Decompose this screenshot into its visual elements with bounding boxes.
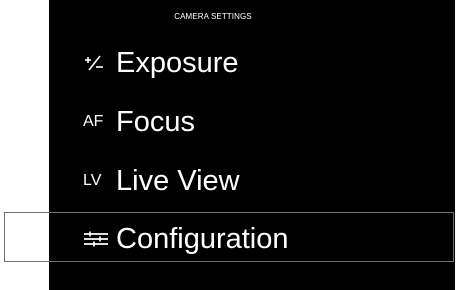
exposure-compensation-icon: [83, 54, 113, 72]
menu-item-exposure[interactable]: Exposure: [49, 38, 455, 88]
screen-title: CAMERA SETTINGS: [174, 12, 252, 21]
menu-item-label: Configuration: [116, 222, 289, 255]
menu-item-label: Exposure: [116, 46, 239, 79]
menu-item-label: Live View: [116, 164, 240, 197]
menu-item-configuration[interactable]: Configuration: [49, 214, 455, 264]
menu-item-focus[interactable]: AF Focus: [49, 97, 455, 147]
af-icon: AF: [83, 113, 104, 130]
menu-item-live-view[interactable]: LV Live View: [49, 156, 455, 206]
lv-icon: LV: [83, 172, 102, 189]
configuration-icon: [83, 231, 113, 247]
camera-settings-screen: CAMERA SETTINGS Exposure AF Focus LV Liv…: [49, 0, 455, 290]
menu-item-label: Focus: [116, 105, 195, 138]
